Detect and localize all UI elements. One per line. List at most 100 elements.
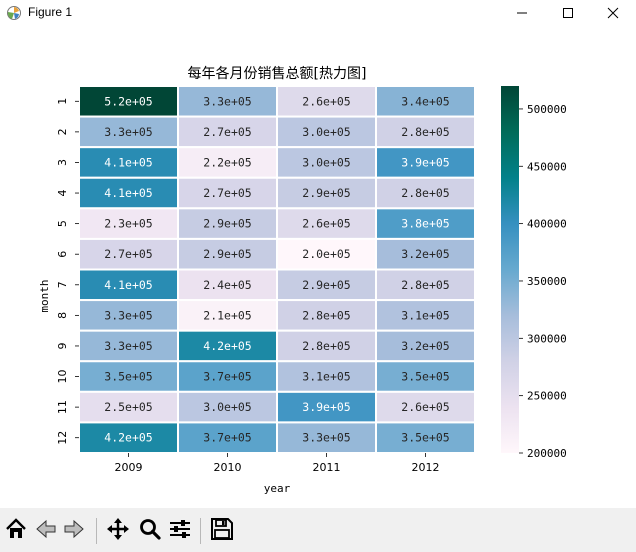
cell-annotation: 3.0e+05 bbox=[203, 400, 251, 414]
cell-annotation: 5.2e+05 bbox=[104, 94, 152, 108]
zoom-magnifier-icon bbox=[138, 517, 162, 545]
forward-button[interactable] bbox=[60, 517, 88, 545]
back-arrow-icon bbox=[34, 517, 58, 545]
home-button[interactable] bbox=[2, 517, 30, 545]
heatmap-chart: 每年各月份销售总额[热力图] 5.2e+05 3.3e+05 2.6e+05 3.4e… bbox=[38, 66, 567, 495]
y-axis-label: month bbox=[38, 279, 51, 312]
close-button[interactable] bbox=[590, 0, 636, 26]
x-tick-label: 2012 bbox=[412, 461, 440, 474]
cell-annotation: 2.9e+05 bbox=[302, 278, 350, 292]
cell-annotation: 3.8e+05 bbox=[401, 217, 449, 231]
y-tick-label: 7 bbox=[56, 281, 69, 288]
cell-annotation: 4.2e+05 bbox=[104, 431, 152, 445]
cell-annotation: 3.3e+05 bbox=[104, 339, 152, 353]
cell-annotation: 2.8e+05 bbox=[302, 339, 350, 353]
cell-annotation: 3.7e+05 bbox=[203, 431, 251, 445]
cell-annotation: 2.9e+05 bbox=[203, 247, 251, 261]
sliders-icon bbox=[168, 517, 192, 545]
cell-annotation: 2.6e+05 bbox=[302, 94, 350, 108]
y-tick-label: 11 bbox=[56, 400, 69, 414]
cell-annotation: 2.8e+05 bbox=[401, 125, 449, 139]
cell-annotation: 3.5e+05 bbox=[104, 370, 152, 384]
cell-annotation: 2.8e+05 bbox=[401, 186, 449, 200]
cell-annotation: 3.2e+05 bbox=[401, 247, 449, 261]
cell-annotation: 2.6e+05 bbox=[302, 217, 350, 231]
cell-annotation: 4.2e+05 bbox=[203, 339, 251, 353]
cell-annotation: 4.1e+05 bbox=[104, 155, 152, 169]
cell-annotation: 2.7e+05 bbox=[203, 186, 251, 200]
pan-move-icon bbox=[106, 517, 130, 545]
chart-title: 每年各月份销售总额[热力图] bbox=[188, 66, 367, 82]
cell-annotation: 3.3e+05 bbox=[203, 94, 251, 108]
colorbar-tick-label: 400000 bbox=[527, 218, 567, 231]
cell-annotation: 3.1e+05 bbox=[401, 308, 449, 322]
home-icon bbox=[4, 517, 28, 545]
y-tick-label: 6 bbox=[56, 251, 69, 258]
window-title: Figure 1 bbox=[28, 5, 73, 19]
cell-annotation: 3.5e+05 bbox=[401, 370, 449, 384]
x-axis-label: year bbox=[264, 482, 291, 495]
y-tick-label: 4 bbox=[56, 190, 69, 197]
cell-annotation: 2.4e+05 bbox=[203, 278, 251, 292]
cell-annotation: 3.0e+05 bbox=[302, 125, 350, 139]
cell-annotation: 3.7e+05 bbox=[203, 370, 251, 384]
pan-button[interactable] bbox=[104, 517, 132, 545]
cell-annotation: 3.2e+05 bbox=[401, 339, 449, 353]
toolbar-separator bbox=[96, 518, 97, 544]
window-titlebar: Figure 1 bbox=[0, 0, 636, 26]
colorbar-tick-label: 300000 bbox=[527, 332, 567, 345]
colorbar-tick-label: 200000 bbox=[527, 447, 567, 460]
y-tick-label: 5 bbox=[56, 220, 69, 227]
y-tick-label: 1 bbox=[56, 98, 69, 105]
y-tick-label: 2 bbox=[56, 128, 69, 135]
y-tick-label: 8 bbox=[56, 312, 69, 319]
cell-annotation: 3.1e+05 bbox=[302, 370, 350, 384]
maximize-button[interactable] bbox=[545, 0, 591, 26]
colorbar-tick-label: 500000 bbox=[527, 103, 567, 116]
cell-annotation: 3.0e+05 bbox=[302, 155, 350, 169]
cell-annotation: 2.9e+05 bbox=[203, 217, 251, 231]
cell-annotation: 3.5e+05 bbox=[401, 431, 449, 445]
minimize-button[interactable] bbox=[499, 0, 545, 26]
figure-canvas: 每年各月份销售总额[热力图] 5.2e+05 3.3e+05 2.6e+05 3.4e… bbox=[0, 26, 636, 508]
x-tick-label: 2010 bbox=[214, 461, 242, 474]
colorbar bbox=[501, 86, 519, 453]
close-icon bbox=[607, 7, 619, 19]
cell-annotation: 2.1e+05 bbox=[203, 308, 251, 322]
save-disk-icon bbox=[210, 517, 234, 545]
configure-subplots-button[interactable] bbox=[166, 517, 194, 545]
matplotlib-icon bbox=[6, 5, 22, 21]
cell-annotation: 3.3e+05 bbox=[104, 125, 152, 139]
cell-annotation: 2.3e+05 bbox=[104, 217, 152, 231]
cell-annotation: 4.1e+05 bbox=[104, 186, 152, 200]
cell-annotation: 2.7e+05 bbox=[203, 125, 251, 139]
cell-annotation: 3.9e+05 bbox=[302, 400, 350, 414]
navigation-toolbar bbox=[0, 508, 636, 552]
y-tick-label: 10 bbox=[56, 370, 69, 384]
cell-annotation: 2.8e+05 bbox=[401, 278, 449, 292]
cell-annotation: 2.7e+05 bbox=[104, 247, 152, 261]
x-tick-label: 2011 bbox=[313, 461, 341, 474]
cell-annotation: 2.8e+05 bbox=[302, 308, 350, 322]
minimize-icon bbox=[516, 7, 528, 19]
save-button[interactable] bbox=[208, 517, 236, 545]
cell-annotation: 3.3e+05 bbox=[104, 308, 152, 322]
cell-annotation: 3.3e+05 bbox=[302, 431, 350, 445]
cell-annotation: 2.0e+05 bbox=[302, 247, 350, 261]
x-tick-label: 2009 bbox=[115, 461, 143, 474]
maximize-icon bbox=[562, 7, 574, 19]
back-button[interactable] bbox=[32, 517, 60, 545]
cell-annotation: 2.6e+05 bbox=[401, 400, 449, 414]
y-tick-label: 12 bbox=[56, 431, 69, 445]
cell-annotation: 4.1e+05 bbox=[104, 278, 152, 292]
y-tick-label: 9 bbox=[56, 342, 69, 349]
forward-arrow-icon bbox=[62, 517, 86, 545]
zoom-button[interactable] bbox=[136, 517, 164, 545]
colorbar-tick-label: 450000 bbox=[527, 160, 567, 173]
cell-annotation: 2.5e+05 bbox=[104, 400, 152, 414]
colorbar-tick-label: 250000 bbox=[527, 390, 567, 403]
cell-annotation: 3.9e+05 bbox=[401, 155, 449, 169]
toolbar-separator bbox=[200, 518, 201, 544]
colorbar-tick-label: 350000 bbox=[527, 275, 567, 288]
cell-annotation: 3.4e+05 bbox=[401, 94, 449, 108]
